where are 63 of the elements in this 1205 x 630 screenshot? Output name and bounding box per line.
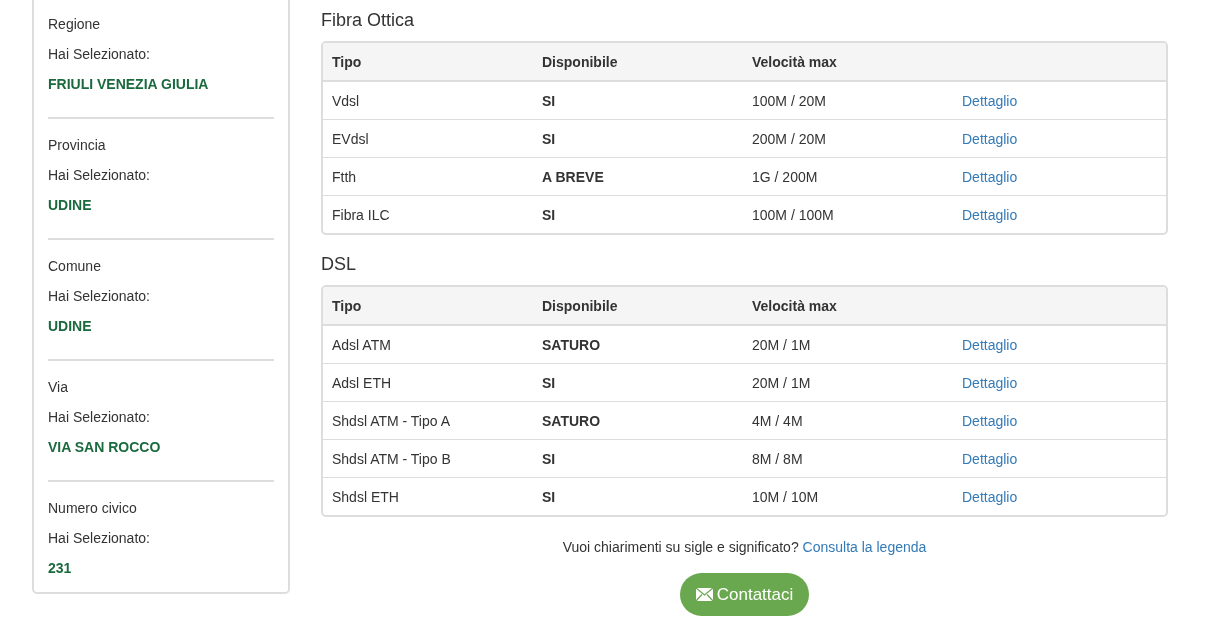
- section-title: Fibra Ottica: [321, 9, 416, 32]
- table-cell-text: SI: [541, 374, 557, 391]
- table-cell-text: Shdsl ATM - Tipo A: [331, 412, 451, 429]
- table-cell-text: SI: [541, 92, 557, 109]
- column-header: Velocità max: [751, 53, 838, 70]
- table-cell-text: SI: [541, 450, 557, 467]
- field-label: Numero civico: [48, 499, 138, 518]
- detail-link[interactable]: Dettaglio: [962, 168, 1018, 185]
- table-cell-text: 100M / 20M: [751, 92, 827, 109]
- field-label: Provincia: [48, 136, 107, 155]
- column-header: Tipo: [331, 297, 363, 314]
- table-cell-text: EVdsl: [331, 130, 370, 147]
- legend-link[interactable]: Consulta la legenda: [802, 539, 927, 555]
- table-cell-text: SI: [541, 488, 557, 505]
- table-cell-text: Fibra ILC: [331, 206, 391, 223]
- detail-link[interactable]: Dettaglio: [962, 450, 1018, 467]
- detail-link[interactable]: Dettaglio: [962, 130, 1018, 147]
- field-label: Via: [48, 378, 69, 397]
- selection-prompt: Hai Selezionato:: [48, 408, 151, 427]
- section-title: DSL: [321, 253, 357, 276]
- table-cell-text: 1G / 200M: [751, 168, 819, 185]
- table-cell-text: 4M / 4M: [751, 412, 804, 429]
- selected-value: VIA SAN ROCCO: [48, 438, 162, 457]
- selected-value: FRIULI VENEZIA GIULIA: [48, 75, 210, 94]
- selected-value: UDINE: [48, 317, 93, 336]
- table-cell-text: 10M / 10M: [751, 488, 820, 505]
- table-cell-text: 20M / 1M: [751, 374, 812, 391]
- detail-link[interactable]: Dettaglio: [962, 374, 1018, 391]
- table-cell-text: Adsl ETH: [331, 374, 393, 391]
- legend-text: Vuoi chiarimenti su sigle e significato? Consulta la legenda: [561, 539, 928, 555]
- table-cell-text: 20M / 1M: [751, 336, 812, 353]
- field-label: Comune: [48, 257, 102, 276]
- selected-value: 231: [48, 559, 73, 578]
- table-cell-text: Ftth: [331, 168, 358, 185]
- detail-link[interactable]: Dettaglio: [962, 92, 1018, 109]
- envelope-icon: [695, 588, 713, 601]
- table-cell-text: Shdsl ATM - Tipo B: [331, 450, 452, 467]
- contact-button[interactable]: Contattaci: [679, 573, 810, 616]
- selected-value: UDINE: [48, 196, 93, 215]
- table-cell-text: SI: [541, 206, 557, 223]
- selection-prompt: Hai Selezionato:: [48, 529, 151, 548]
- column-header: Velocità max: [751, 297, 838, 314]
- column-header: Disponibile: [541, 297, 619, 314]
- table-cell-text: SATURO: [541, 412, 602, 429]
- table-cell-text: 8M / 8M: [751, 450, 804, 467]
- detail-link[interactable]: Dettaglio: [962, 488, 1018, 505]
- detail-link[interactable]: Dettaglio: [962, 206, 1018, 223]
- table-cell-text: SI: [541, 130, 557, 147]
- selection-prompt: Hai Selezionato:: [48, 166, 151, 185]
- table-cell-text: Adsl ATM: [331, 336, 392, 353]
- table-cell-text: Vdsl: [331, 92, 361, 109]
- selection-prompt: Hai Selezionato:: [48, 45, 151, 64]
- table-cell-text: Shdsl ETH: [331, 488, 400, 505]
- field-label: Regione: [48, 15, 102, 34]
- table-cell-text: SATURO: [541, 336, 602, 353]
- table-cell-text: 100M / 100M: [751, 206, 835, 223]
- column-header: Tipo: [331, 53, 363, 70]
- selection-prompt: Hai Selezionato:: [48, 287, 151, 306]
- detail-link[interactable]: Dettaglio: [962, 336, 1018, 353]
- column-header: Disponibile: [541, 53, 619, 70]
- detail-link[interactable]: Dettaglio: [962, 412, 1018, 429]
- table-cell-text: 200M / 20M: [751, 130, 827, 147]
- table-cell-text: A BREVE: [541, 168, 605, 185]
